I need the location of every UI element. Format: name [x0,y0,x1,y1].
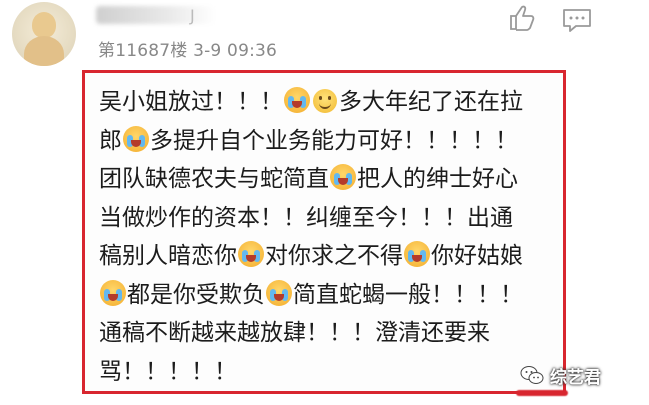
username-blurred[interactable] [96,6,216,24]
text-segment: 你好姑娘 [431,243,523,269]
crying-emoji-icon [123,125,149,152]
text-segment: 对你求之不得 [265,243,403,269]
comment-line-7: 通稿不断越来越放肆！！！澄清还要来 [99,314,555,353]
comment-body: 吴小姐放过！！！ 多大年纪了还在拉 郎 多提升自个业务能力可好！！！！！ 团队缺德农… [82,70,566,394]
comment-meta: 第11687楼 3-9 09:36 [98,41,278,61]
watermark: 综艺君 [520,362,601,388]
text-segment: 简直蛇蝎一般！！！！ [293,281,523,308]
comment-line-1: 吴小姐放过！！！ 多大年纪了还在拉 [99,83,555,122]
avatar[interactable] [12,2,76,66]
text-segment: 稿别人暗恋你 [99,243,237,269]
text-segment: 当做炒作的资本！！纠缠至今！！！出通 [99,204,513,231]
watermark-text: 综艺君 [550,367,601,388]
text-segment: 通稿不断越来越放肆！！！澄清还要来 [99,320,490,346]
crying-emoji-icon [100,279,126,306]
comment-text: 吴小姐放过！！！ 多大年纪了还在拉 郎 多提升自个业务能力可好！！！！！ 团队缺德农… [99,83,555,391]
comment-icon [563,9,591,32]
comment-line-4: 当做炒作的资本！！纠缠至今！！！出通 [99,199,555,238]
text-segment: 郎 [99,127,122,154]
red-marker [516,390,568,396]
crying-emoji-icon [330,164,356,190]
reply-button[interactable] [560,6,594,34]
text-segment: 多提升自个业务能力可好！！！！！ [150,127,518,154]
comment-line-5: 稿别人暗恋你 对你求之不得 你好姑娘 [99,237,555,276]
text-segment: 都是你受欺负 [127,281,265,308]
avatar-body [24,36,64,66]
comment-line-6: 都是你受欺负 简直蛇蝎一般！！！！ [99,276,555,315]
crying-emoji-icon [238,241,264,267]
text-segment: 把人的绅士好心 [357,166,518,192]
crying-emoji-icon [266,279,292,306]
username-tail: J [190,6,195,25]
smile-emoji-icon [313,89,337,113]
text-segment: 多大年纪了还在拉 [339,89,523,115]
like-button[interactable] [505,4,539,32]
comment-line-8: 骂！！！！！ [99,353,555,392]
comment-line-2: 郎 多提升自个业务能力可好！！！！！ [99,122,555,161]
avatar-head [32,12,56,38]
text-segment: 骂！！！！！ [99,358,237,385]
crying-emoji-icon [404,241,430,267]
thumbs-up-icon [510,5,535,31]
wechat-logo-icon [520,366,544,384]
text-segment: 吴小姐放过！！！ [99,89,283,115]
text-segment: 团队缺德农夫与蛇简直 [99,166,329,192]
comment-line-3: 团队缺德农夫与蛇简直 把人的绅士好心 [99,160,555,199]
crying-emoji-icon [284,87,310,113]
